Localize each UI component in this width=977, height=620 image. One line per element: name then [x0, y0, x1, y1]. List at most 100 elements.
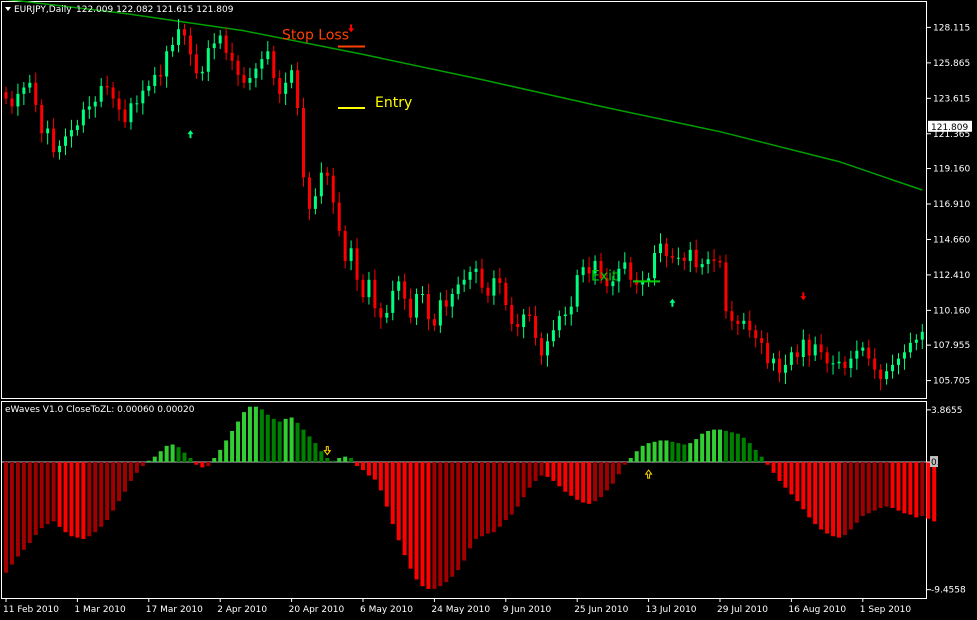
histogram-bar: [664, 440, 669, 463]
candle-body: [242, 74, 246, 83]
histogram-bar: [509, 462, 514, 515]
histogram-bar: [902, 462, 907, 514]
time-axis-tick-label: 24 May 2010: [431, 605, 490, 615]
histogram-bar: [236, 421, 241, 463]
histogram-bar: [789, 462, 794, 495]
histogram-bar: [652, 441, 657, 463]
histogram-bar: [920, 462, 925, 517]
candle-body: [795, 352, 799, 358]
histogram-bar: [301, 429, 306, 463]
histogram-bar: [39, 462, 44, 529]
candle-body: [224, 35, 228, 53]
histogram-bar: [539, 462, 544, 476]
candle-body: [159, 74, 163, 77]
candle-body: [516, 323, 520, 328]
candle-body: [52, 128, 56, 153]
candle-body: [897, 358, 900, 365]
histogram-bar: [450, 462, 455, 577]
histogram-bar: [372, 462, 377, 480]
histogram-bar: [242, 412, 246, 463]
histogram-bar: [932, 462, 937, 522]
histogram-bar: [837, 462, 841, 538]
histogram-bar: [575, 462, 580, 500]
histogram-bar: [331, 460, 336, 463]
current-price-marker: 121.809: [928, 120, 972, 133]
histogram-bar: [218, 449, 223, 463]
candle-body: [468, 271, 472, 280]
candle-body: [183, 29, 186, 36]
candle-body: [724, 262, 728, 312]
candle-body: [343, 230, 347, 261]
candle-body: [296, 70, 300, 109]
candle-body: [736, 320, 740, 324]
candle-body: [135, 103, 139, 105]
candle-body: [206, 48, 210, 72]
candle-body: [325, 172, 329, 176]
candle-body: [837, 361, 841, 364]
candle-body: [236, 60, 240, 75]
histogram-bar: [670, 441, 675, 463]
indicator-title: eWaves V1.0 CloseToZL: 0.00060 0.00020: [5, 405, 195, 415]
histogram-bar: [503, 462, 508, 521]
histogram-bar: [456, 462, 461, 571]
histogram-bar: [533, 462, 538, 481]
histogram-bar: [319, 451, 324, 463]
price-chart[interactable]: Stop Loss Entry Exit EURJPY,Daily 122.00…: [0, 0, 977, 620]
histogram-bar: [735, 433, 740, 463]
candle-body: [819, 344, 823, 353]
histogram-bar: [384, 462, 389, 507]
histogram-bar: [765, 462, 770, 465]
candle-body: [450, 293, 454, 307]
histogram-bar: [259, 409, 264, 463]
candle-body: [914, 339, 918, 343]
candle-body: [260, 59, 264, 69]
histogram-bar: [146, 460, 151, 463]
candle-body: [557, 316, 561, 331]
candle-body: [659, 243, 662, 254]
histogram-bar: [860, 462, 865, 517]
candle-body: [349, 248, 353, 261]
candle-body: [69, 130, 73, 137]
candle-body: [664, 243, 668, 257]
candle-body: [403, 281, 407, 299]
candle-body: [111, 87, 115, 99]
histogram-bar: [152, 456, 157, 463]
histogram-bar: [408, 462, 413, 569]
histogram-bar: [622, 462, 627, 465]
price-axis-tick-label: 119.160: [933, 165, 970, 175]
candle-body: [789, 352, 793, 365]
histogram-bar: [480, 462, 484, 537]
candle-body: [87, 106, 91, 110]
histogram-bar: [325, 457, 330, 463]
candle-body: [147, 85, 151, 91]
histogram-bar: [123, 462, 127, 492]
time-axis-tick-label: 2 Apr 2010: [217, 605, 267, 615]
histogram-bar: [908, 462, 913, 515]
candle-body: [290, 70, 294, 83]
histogram-bar: [206, 462, 211, 467]
candle-body: [302, 108, 305, 178]
histogram-bar: [819, 462, 824, 530]
histogram-bar: [230, 430, 235, 463]
candle-body: [272, 51, 276, 79]
histogram-bar: [87, 462, 92, 537]
candle-body: [421, 293, 424, 295]
candle-body: [409, 298, 413, 318]
candle-body: [920, 331, 924, 340]
histogram-bar: [825, 462, 830, 534]
time-axis-tick-label: 25 Jun 2010: [574, 605, 628, 615]
histogram-bar: [93, 462, 98, 533]
histogram-bar: [15, 462, 20, 557]
entry-label: Entry: [375, 95, 412, 111]
candle-body: [653, 253, 657, 279]
time-axis-tick-label: 20 Apr 2010: [289, 605, 345, 615]
histogram-bar: [628, 457, 633, 463]
histogram-bar: [343, 456, 348, 463]
candle-body: [706, 259, 710, 265]
candle-body: [528, 314, 532, 317]
price-axis-tick-label: 112.410: [933, 271, 970, 281]
candle-body: [415, 293, 419, 318]
histogram-bar: [718, 429, 722, 463]
histogram-bar: [640, 445, 645, 463]
price-axis-tick-label: 128.115: [933, 23, 970, 33]
